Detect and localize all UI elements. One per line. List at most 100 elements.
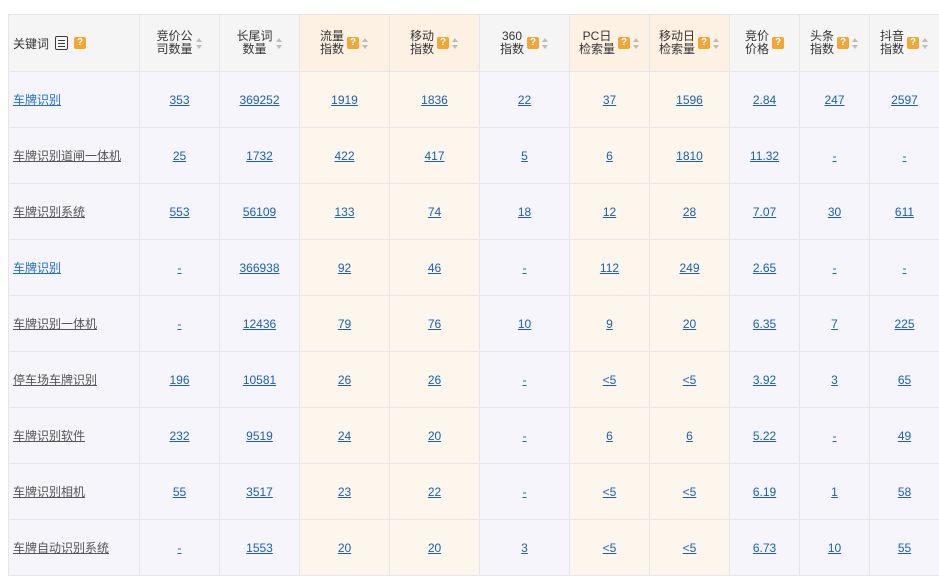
value-link[interactable]: 28: [683, 205, 696, 219]
value-link[interactable]: 1596: [676, 93, 703, 107]
value-link[interactable]: 422: [334, 149, 354, 163]
sort-arrows-icon[interactable]: [542, 37, 549, 49]
value-link[interactable]: 25: [173, 149, 186, 163]
value-link[interactable]: 2.84: [753, 93, 776, 107]
keyword-link[interactable]: 车牌识别系统: [13, 205, 85, 219]
value-link[interactable]: 10: [518, 317, 531, 331]
sort-arrows-icon[interactable]: [633, 37, 640, 49]
keyword-link[interactable]: 车牌识别软件: [13, 429, 85, 443]
value-link[interactable]: 20: [428, 429, 441, 443]
value-link[interactable]: -: [178, 541, 182, 555]
value-link[interactable]: 7: [831, 317, 838, 331]
value-link[interactable]: 417: [424, 149, 444, 163]
header-col-3[interactable]: 流量 指数?: [299, 14, 390, 72]
help-icon[interactable]: ?: [837, 37, 849, 49]
keyword-link[interactable]: 车牌自动识别系统: [13, 541, 109, 555]
value-link[interactable]: 12: [603, 205, 616, 219]
header-col-8[interactable]: 竞价 价格?: [729, 14, 800, 72]
value-link[interactable]: 11.32: [750, 149, 779, 163]
value-link[interactable]: 6: [686, 429, 693, 443]
value-link[interactable]: 249: [679, 261, 699, 275]
value-link[interactable]: 22: [518, 93, 531, 107]
help-icon[interactable]: ?: [527, 37, 539, 49]
help-icon[interactable]: ?: [437, 37, 449, 49]
copy-list-icon[interactable]: [55, 36, 69, 50]
value-link[interactable]: 76: [428, 317, 441, 331]
keyword-link[interactable]: 停车场车牌识别: [13, 373, 97, 387]
keyword-link[interactable]: 车牌识别一体机: [13, 317, 97, 331]
value-link[interactable]: 9519: [246, 429, 273, 443]
value-link[interactable]: 2.65: [753, 261, 776, 275]
value-link[interactable]: 92: [338, 261, 351, 275]
value-link[interactable]: 6.19: [753, 485, 776, 499]
sort-arrows-icon[interactable]: [195, 37, 203, 49]
value-link[interactable]: 49: [898, 429, 911, 443]
value-link[interactable]: -: [903, 149, 907, 163]
value-link[interactable]: 247: [824, 93, 844, 107]
sort-arrows-icon[interactable]: [275, 37, 283, 49]
sort-arrows-icon[interactable]: [713, 37, 720, 49]
value-link[interactable]: 10581: [243, 373, 276, 387]
value-link[interactable]: 10: [828, 541, 841, 555]
value-link[interactable]: -: [178, 317, 182, 331]
sort-arrows-icon[interactable]: [452, 37, 459, 49]
header-col-4[interactable]: 移动 指数?: [389, 14, 480, 72]
value-link[interactable]: 55: [898, 541, 911, 555]
value-link[interactable]: -: [523, 261, 527, 275]
value-link[interactable]: 3.92: [753, 373, 776, 387]
value-link[interactable]: <5: [603, 373, 617, 387]
value-link[interactable]: 65: [898, 373, 911, 387]
value-link[interactable]: 225: [894, 317, 914, 331]
keyword-link[interactable]: 车牌识别: [13, 93, 61, 107]
value-link[interactable]: 3: [831, 373, 838, 387]
value-link[interactable]: 1553: [246, 541, 273, 555]
value-link[interactable]: 74: [428, 205, 441, 219]
value-link[interactable]: 1836: [421, 93, 448, 107]
sort-arrows-icon[interactable]: [922, 37, 929, 49]
value-link[interactable]: 56109: [243, 205, 276, 219]
value-link[interactable]: 12436: [243, 317, 276, 331]
value-link[interactable]: 3: [521, 541, 528, 555]
value-link[interactable]: 26: [428, 373, 441, 387]
value-link[interactable]: -: [833, 429, 837, 443]
value-link[interactable]: 79: [338, 317, 351, 331]
value-link[interactable]: -: [523, 373, 527, 387]
value-link[interactable]: 196: [169, 373, 189, 387]
keyword-link[interactable]: 车牌识别相机: [13, 485, 85, 499]
value-link[interactable]: -: [178, 261, 182, 275]
value-link[interactable]: -: [833, 261, 837, 275]
value-link[interactable]: 1732: [246, 149, 273, 163]
keyword-link[interactable]: 车牌识别: [13, 261, 61, 275]
value-link[interactable]: 6.35: [753, 317, 776, 331]
value-link[interactable]: 26: [338, 373, 351, 387]
value-link[interactable]: 37: [603, 93, 616, 107]
value-link[interactable]: 5.22: [753, 429, 776, 443]
value-link[interactable]: <5: [683, 541, 697, 555]
value-link[interactable]: 20: [683, 317, 696, 331]
header-col-10[interactable]: 抖音 指数?: [869, 14, 939, 72]
value-link[interactable]: 1810: [676, 149, 703, 163]
value-link[interactable]: 5: [521, 149, 528, 163]
value-link[interactable]: 6.73: [753, 541, 776, 555]
header-col-7[interactable]: 移动日 检索量?: [649, 14, 730, 72]
value-link[interactable]: <5: [683, 373, 697, 387]
value-link[interactable]: 22: [428, 485, 441, 499]
value-link[interactable]: 24: [338, 429, 351, 443]
header-col-9[interactable]: 头条 指数?: [799, 14, 870, 72]
value-link[interactable]: 30: [828, 205, 841, 219]
help-icon[interactable]: ?: [74, 37, 87, 49]
value-link[interactable]: 232: [169, 429, 189, 443]
value-link[interactable]: 3517: [246, 485, 273, 499]
keyword-link[interactable]: 车牌识别道闸一体机: [13, 149, 121, 163]
help-icon[interactable]: ?: [907, 37, 919, 49]
value-link[interactable]: 553: [169, 205, 189, 219]
value-link[interactable]: 369252: [239, 93, 279, 107]
value-link[interactable]: 1919: [331, 93, 358, 107]
value-link[interactable]: 46: [428, 261, 441, 275]
help-icon[interactable]: ?: [698, 37, 710, 49]
value-link[interactable]: 7.07: [753, 205, 776, 219]
value-link[interactable]: 366938: [239, 261, 279, 275]
value-link[interactable]: <5: [683, 485, 697, 499]
header-col-2[interactable]: 长尾词 数量: [219, 14, 300, 72]
help-icon[interactable]: ?: [772, 37, 784, 49]
